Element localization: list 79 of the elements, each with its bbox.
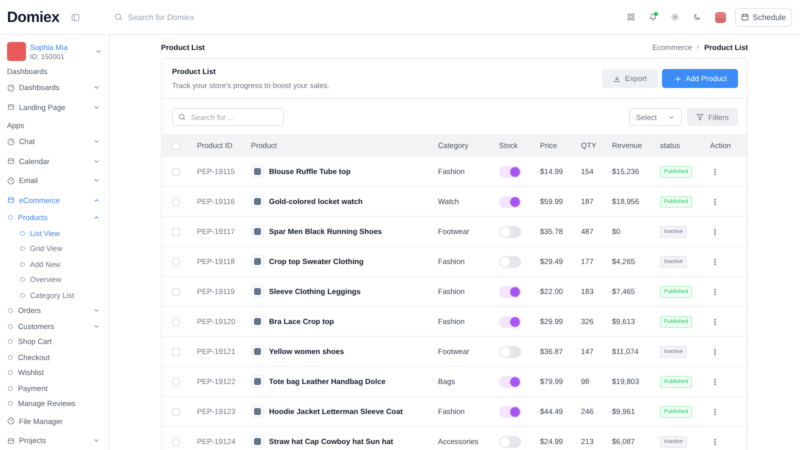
more-options-icon[interactable]	[711, 258, 719, 266]
dotted-circle-icon	[19, 276, 26, 284]
stock-toggle[interactable]	[499, 256, 521, 268]
row-checkbox[interactable]	[172, 408, 180, 416]
row-checkbox[interactable]	[172, 228, 180, 236]
menu-icon	[7, 103, 15, 112]
product-thumbnail	[251, 315, 264, 328]
moon-icon[interactable]	[692, 13, 701, 21]
calendar-icon	[740, 13, 749, 21]
menu-icon	[7, 157, 15, 166]
dotted-circle-icon	[7, 369, 14, 376]
settings-icon[interactable]	[670, 13, 679, 21]
menu-icon	[7, 436, 15, 445]
app-logo: Domiex	[7, 8, 60, 26]
stock-toggle[interactable]	[499, 286, 521, 298]
more-options-icon[interactable]	[711, 378, 719, 386]
dotted-circle-icon	[7, 354, 14, 361]
stock-toggle[interactable]	[499, 346, 521, 358]
row-checkbox[interactable]	[172, 258, 180, 266]
stock-toggle[interactable]	[499, 316, 521, 328]
stock-toggle[interactable]	[499, 196, 521, 208]
dotted-circle-icon	[19, 230, 26, 237]
stock-toggle[interactable]	[499, 406, 521, 418]
row-checkbox[interactable]	[172, 438, 180, 446]
filter-icon	[696, 113, 704, 121]
product-thumbnail	[251, 375, 264, 388]
select-all-checkbox[interactable]	[172, 142, 180, 150]
more-options-icon[interactable]	[711, 438, 719, 446]
plus-icon	[674, 74, 682, 82]
row-checkbox[interactable]	[172, 378, 180, 386]
menu-icon	[7, 84, 15, 92]
more-options-icon[interactable]	[711, 288, 719, 296]
product-thumbnail	[251, 405, 264, 418]
stock-toggle[interactable]	[499, 376, 521, 388]
row-checkbox[interactable]	[172, 348, 180, 356]
more-options-icon[interactable]	[711, 318, 719, 326]
dotted-circle-icon	[7, 400, 14, 408]
dotted-circle-icon	[19, 260, 26, 268]
dotted-circle-icon	[7, 322, 14, 330]
chevron-right-icon	[695, 44, 702, 50]
more-options-icon[interactable]	[711, 348, 719, 356]
stock-toggle[interactable]	[499, 166, 521, 178]
sidebar-toggle-icon[interactable]	[71, 12, 80, 22]
dotted-circle-icon	[7, 384, 14, 392]
product-thumbnail	[251, 195, 264, 208]
flag-icon[interactable]	[714, 12, 726, 22]
row-checkbox[interactable]	[172, 198, 180, 206]
download-icon	[613, 74, 622, 82]
chevron-down-icon[interactable]	[95, 48, 102, 55]
more-options-icon[interactable]	[711, 228, 719, 236]
product-thumbnail	[251, 285, 264, 298]
dotted-circle-icon	[7, 338, 14, 346]
product-thumbnail	[251, 225, 264, 238]
dotted-circle-icon	[19, 292, 26, 299]
row-checkbox[interactable]	[172, 318, 180, 326]
notification-bell-icon[interactable]	[648, 13, 657, 21]
dotted-circle-icon	[7, 214, 14, 222]
product-thumbnail	[251, 435, 264, 448]
product-thumbnail	[251, 345, 264, 358]
menu-icon	[7, 417, 15, 426]
schedule-button[interactable]: Schedule	[734, 8, 792, 26]
stock-toggle[interactable]	[499, 226, 521, 238]
stock-toggle[interactable]	[499, 436, 521, 448]
search-icon	[178, 113, 186, 121]
dotted-circle-icon	[7, 307, 14, 314]
product-thumbnail	[251, 165, 264, 178]
more-options-icon[interactable]	[711, 168, 719, 176]
dotted-circle-icon	[19, 245, 26, 252]
user-avatar	[7, 42, 26, 61]
chevron-down-icon	[668, 114, 675, 120]
row-checkbox[interactable]	[172, 168, 180, 176]
product-thumbnail	[251, 255, 264, 268]
menu-icon	[7, 196, 15, 204]
more-options-icon[interactable]	[711, 198, 719, 206]
apps-grid-icon[interactable]	[626, 13, 635, 21]
more-options-icon[interactable]	[711, 408, 719, 416]
menu-icon	[7, 138, 15, 146]
menu-icon	[7, 176, 15, 185]
row-checkbox[interactable]	[172, 288, 180, 296]
